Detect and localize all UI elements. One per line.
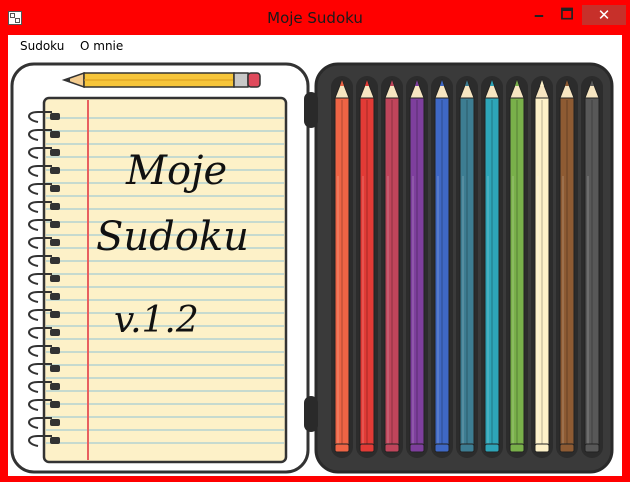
colored-pencil xyxy=(581,76,603,458)
case-hinge-bottom xyxy=(304,396,318,432)
colored-pencil xyxy=(406,76,428,458)
maximize-button[interactable]: 🗖 xyxy=(556,4,578,26)
menu-about[interactable]: O mnie xyxy=(80,39,123,53)
title-line-sudoku: Sudoku xyxy=(96,214,249,260)
colored-pencil xyxy=(531,76,553,458)
main-canvas: Moje Sudoku v.1.2 xyxy=(8,56,622,476)
colored-pencil xyxy=(506,76,528,458)
colored-pencil xyxy=(556,76,578,458)
colored-pencil xyxy=(356,76,378,458)
menu-sudoku[interactable]: Sudoku xyxy=(20,39,64,53)
close-button[interactable]: ✕ xyxy=(582,5,626,25)
title-bar[interactable]: Moje Sudoku 🗕 🗖 ✕ xyxy=(0,0,630,35)
case-hinge-top xyxy=(304,92,318,128)
colored-pencils xyxy=(331,76,603,458)
title-line-moje: Moje xyxy=(125,148,227,194)
colored-pencil xyxy=(456,76,478,458)
splash-illustration: Moje Sudoku v.1.2 xyxy=(10,62,614,474)
version-label: v.1.2 xyxy=(114,300,199,341)
app-window: Moje Sudoku 🗕 🗖 ✕ Sudoku O mnie Moje Sud… xyxy=(0,0,630,482)
colored-pencil xyxy=(331,76,353,458)
minimize-button[interactable]: 🗕 xyxy=(528,4,550,26)
colored-pencil xyxy=(481,76,503,458)
menu-bar: Sudoku O mnie xyxy=(8,35,622,56)
pencil-icon xyxy=(61,71,261,89)
colored-pencil xyxy=(431,76,453,458)
colored-pencil xyxy=(381,76,403,458)
